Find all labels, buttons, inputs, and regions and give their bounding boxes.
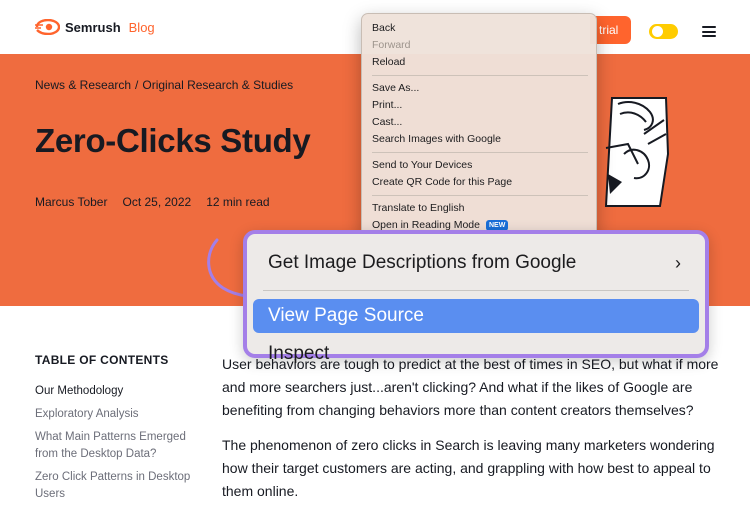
article-meta: Marcus Tober Oct 25, 2022 12 min read xyxy=(35,195,270,209)
breadcrumb-item[interactable]: Original Research & Studies xyxy=(142,78,293,92)
breadcrumb-item[interactable]: News & Research xyxy=(35,78,131,92)
menu-separator xyxy=(263,290,689,291)
toc-item[interactable]: Our Methodology xyxy=(35,383,195,400)
menu-separator xyxy=(372,75,588,76)
menu-item-print[interactable]: Print... xyxy=(370,97,588,114)
hero-illustration-icon xyxy=(604,97,670,207)
article-paragraph: The phenomenon of zero clicks in Search … xyxy=(222,437,715,499)
table-of-contents: Our Methodology Exploratory Analysis Wha… xyxy=(35,383,195,509)
hamburger-menu-icon[interactable] xyxy=(702,26,716,37)
brand-suffix: Blog xyxy=(128,19,155,35)
menu-item-reload[interactable]: Reload xyxy=(370,54,588,71)
menu-separator xyxy=(372,195,588,196)
menu-item-view-page-source[interactable]: View Page Source xyxy=(253,299,699,333)
toc-item[interactable]: Zero Click Patterns in Desktop Users xyxy=(35,469,195,503)
toggle-knob xyxy=(652,26,663,37)
menu-separator xyxy=(372,152,588,153)
menu-item-label: Get Image Descriptions from Google xyxy=(268,252,577,273)
menu-item-image-descriptions[interactable]: Get Image Descriptions from Google › xyxy=(253,242,699,284)
site-logo[interactable]: Semrush Blog xyxy=(35,19,155,35)
toc-item[interactable]: What Main Patterns Emerged from the Desk… xyxy=(35,429,195,463)
menu-item-translate[interactable]: Translate to English xyxy=(370,200,588,217)
menu-item-cast[interactable]: Cast... xyxy=(370,114,588,131)
menu-item-save-as[interactable]: Save As... xyxy=(370,80,588,97)
publish-date: Oct 25, 2022 xyxy=(122,195,192,209)
article-body: User behaviors are tough to predict at t… xyxy=(222,353,722,515)
semrush-logo-icon xyxy=(35,19,60,35)
menu-item-back[interactable]: Back xyxy=(370,20,588,37)
theme-toggle[interactable] xyxy=(649,24,678,39)
menu-item-forward: Forward xyxy=(372,39,411,51)
breadcrumb: News & Research / Original Research & Stud… xyxy=(35,78,293,92)
brand-name: Semrush xyxy=(65,19,121,35)
author-name[interactable]: Marcus Tober xyxy=(35,195,107,209)
toc-heading: TABLE OF CONTENTS xyxy=(35,353,169,367)
page-title: Zero-Clicks Study xyxy=(35,122,311,159)
toc-item[interactable]: Exploratory Analysis xyxy=(35,406,195,423)
menu-item-send-to-devices[interactable]: Send to Your Devices xyxy=(370,157,588,174)
page: Semrush Blog trial News & Research / Origi… xyxy=(0,0,750,525)
chevron-right-icon: › xyxy=(675,253,681,273)
zoomed-menu-callout: Get Image Descriptions from Google › Vie… xyxy=(243,230,709,364)
menu-item-inspect[interactable]: Inspect xyxy=(253,333,699,375)
read-time: 12 min read xyxy=(206,195,270,209)
menu-item-search-images[interactable]: Search Images with Google xyxy=(370,131,588,148)
context-menu: Back Forward Reload Save As... Print... … xyxy=(361,13,597,238)
breadcrumb-separator: / xyxy=(135,78,139,92)
menu-item-create-qr[interactable]: Create QR Code for this Page xyxy=(370,174,588,191)
